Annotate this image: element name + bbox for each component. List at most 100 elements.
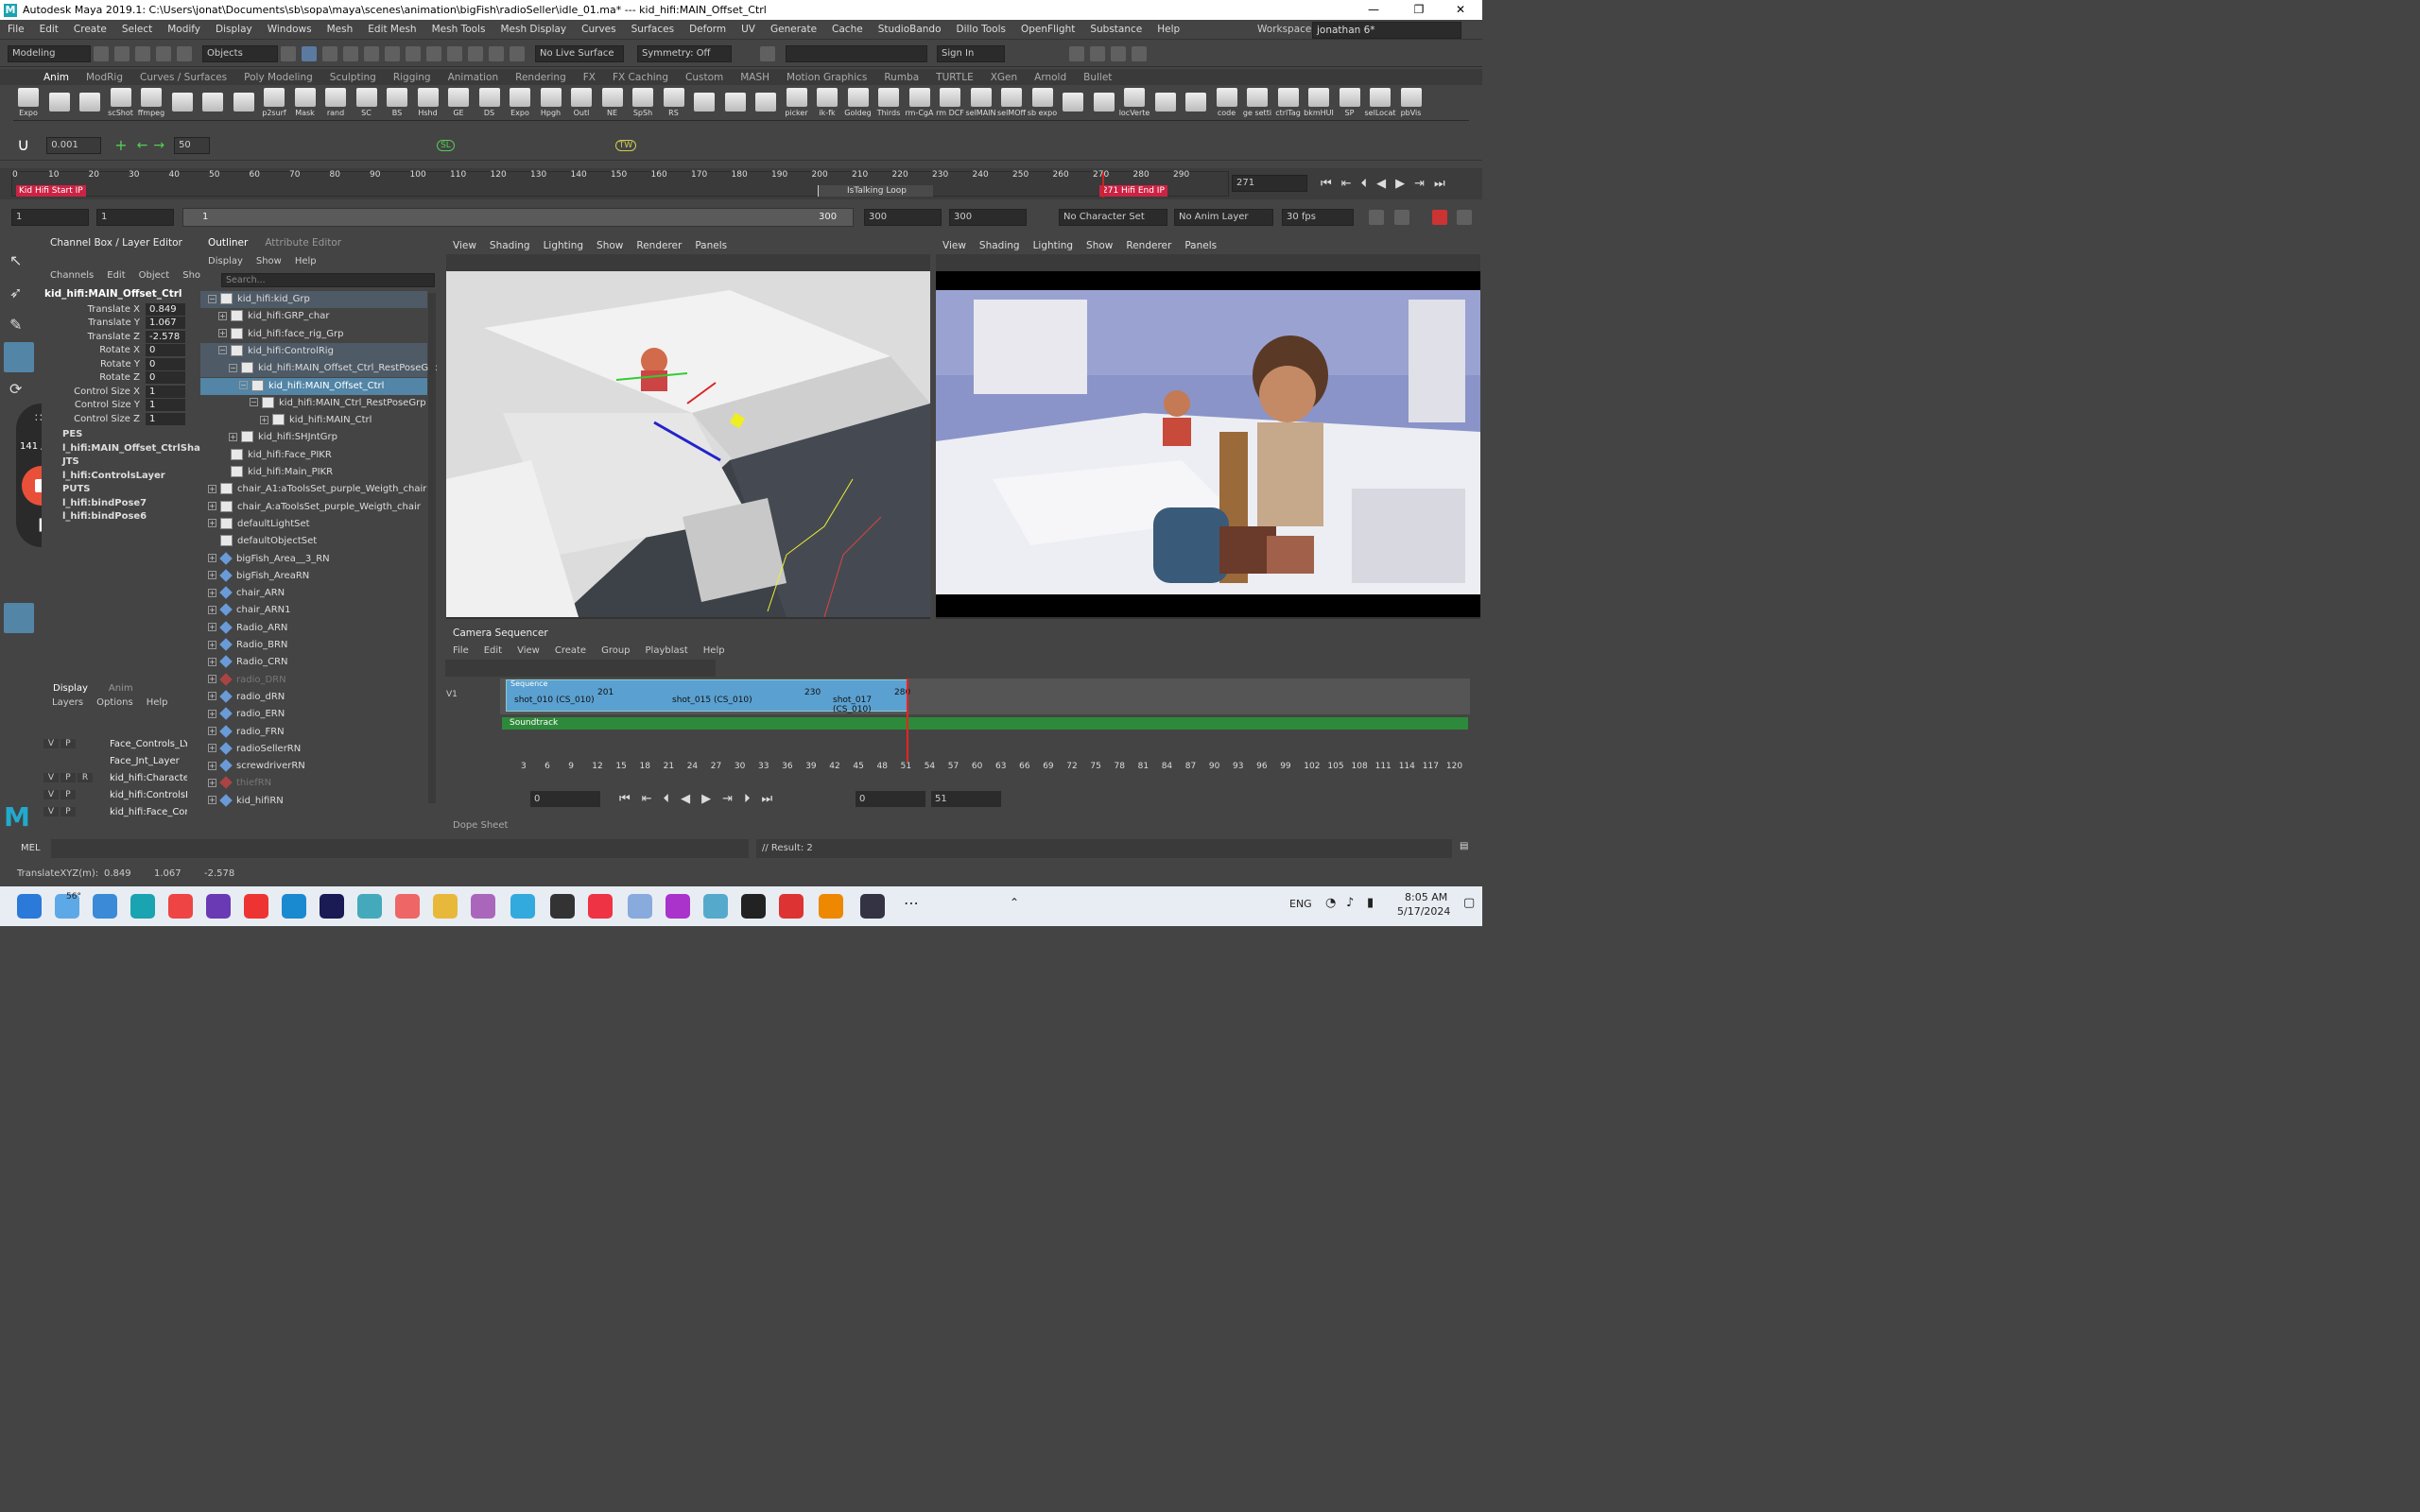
auto-key-icon[interactable] [1432,210,1447,225]
seq-play-forward-icon[interactable]: ▶ [701,792,711,806]
shelf-button-23[interactable] [720,92,751,113]
vivaldi-icon[interactable] [244,894,268,919]
seq-go-to-start-icon[interactable]: ⏮ [619,792,631,806]
vp-left-menu-renderer[interactable]: Renderer [636,237,682,254]
shelf-tab-turtle[interactable]: TURTLE [936,72,974,83]
channel-box-icon[interactable] [1132,45,1147,61]
shelf-button-26[interactable]: ik-fk [812,88,842,117]
menu-windows[interactable]: Windows [268,24,312,35]
live-surface-field[interactable]: No Live Surface [535,44,624,62]
marker-loop[interactable]: IsTalking Loop [818,185,933,197]
expand-toggle-icon[interactable]: + [208,796,216,805]
mel-label[interactable]: MEL [21,843,41,853]
expand-toggle-icon[interactable]: + [208,588,216,597]
layer-toggle-v[interactable]: V [43,807,59,816]
select-tool-icon[interactable]: ↖ [9,251,22,269]
shelf-button-6[interactable] [198,92,228,113]
clock-time[interactable]: 8:05 AM [1405,891,1447,903]
shelf-button-38[interactable] [1181,92,1211,113]
outliner-menu-display[interactable]: Display [208,256,243,266]
app-icon-11[interactable] [471,894,495,919]
current-time-indicator[interactable] [1102,172,1104,198]
undo-icon[interactable] [156,45,171,61]
shelf-button-11[interactable]: SC [352,88,382,117]
expand-toggle-icon[interactable]: + [218,329,227,338]
outliner-item[interactable]: + screwdriverRN [200,758,427,775]
shelf-tab-motion-graphics[interactable]: Motion Graphics [786,72,867,83]
chrome-icon[interactable] [168,894,193,919]
seq-menu-file[interactable]: File [453,645,469,656]
expand-toggle-icon[interactable]: + [208,502,216,511]
soundtrack-track[interactable]: Soundtrack [502,717,1468,730]
shelf-tab-fx[interactable]: FX [583,72,596,83]
channel-section-label[interactable]: l_hifi:MAIN_Offset_CtrlShap [62,442,207,456]
snap-view-icon[interactable] [406,45,421,61]
sidebar-toggle-icon[interactable] [760,45,775,61]
notifications-icon[interactable]: ▢ [1463,896,1475,910]
shelf-button-42[interactable]: bkmHUI [1304,88,1334,117]
vp-right-menu-shading[interactable]: Shading [979,237,1020,254]
layout-single-icon[interactable] [4,603,34,633]
outliner-item[interactable]: + thiefRN [200,775,427,792]
expand-toggle-icon[interactable]: − [250,398,258,407]
attribute-editor-icon[interactable] [1090,45,1105,61]
shelf-button-44[interactable]: selLocat [1365,88,1395,117]
outliner-item[interactable]: + radio_FRN [200,724,427,741]
shelf-button-21[interactable]: RS [659,88,689,117]
maya-taskbar-icon[interactable] [130,894,155,919]
shelf-button-27[interactable]: Goldeg [843,88,873,117]
layer-name[interactable]: kid_hifi:Face_Contr [110,807,187,817]
shelf-tab-bullet[interactable]: Bullet [1083,72,1112,83]
nudge-right-icon[interactable]: → [153,138,164,153]
move-tool-icon[interactable] [4,342,34,372]
channel-row[interactable]: Rotate Y 0 [42,357,185,371]
playback-end-field[interactable]: 300 [864,209,942,226]
shelf-tab-sculpting[interactable]: Sculpting [330,72,376,83]
expand-toggle-icon[interactable]: + [208,709,216,718]
vp-right-menu-panels[interactable]: Panels [1184,237,1217,254]
outliner-item[interactable]: + chair_A1:aToolsSet_purple_Weigth_chair [200,481,427,498]
expand-toggle-icon[interactable]: − [229,363,237,372]
expand-toggle-icon[interactable]: + [208,761,216,770]
tab-outliner[interactable]: Outliner [208,237,248,249]
layer-name[interactable]: kid_hifi:Character_ [110,773,187,783]
photos-icon[interactable] [703,894,728,919]
render-icon[interactable] [447,45,462,61]
vp-left-menu-show[interactable]: Show [596,237,623,254]
snap-curve-icon[interactable] [364,45,379,61]
outliner-item[interactable]: defaultObjectSet [200,533,427,550]
sequence-clip[interactable]: Sequence shot_010 (CS_010) 201 shot_015 … [506,679,910,714]
shelf-button-15[interactable]: DS [475,88,505,117]
shelf-button-1[interactable] [44,92,75,113]
outliner-item[interactable]: − kid_hifi:kid_Grp [200,291,427,308]
outliner-item[interactable]: + chair_A:aToolsSet_purple_Weigth_chair [200,499,427,516]
channel-menu-channels[interactable]: Channels [50,270,94,281]
onenote-icon[interactable] [510,894,535,919]
menu-cache[interactable]: Cache [832,24,863,35]
shelf-button-29[interactable]: rm-CgA [905,88,935,117]
sound-icon[interactable] [1394,210,1409,225]
maximize-button[interactable]: ❐ [1397,0,1441,20]
seq-menu-edit[interactable]: Edit [484,645,502,656]
expand-toggle-icon[interactable]: + [208,554,216,562]
shelf-tab-fx-caching[interactable]: FX Caching [613,72,668,83]
shelf-button-43[interactable]: SP [1335,88,1365,117]
channel-menu-object[interactable]: Object [139,270,170,281]
outliner-scrollbar[interactable] [428,293,436,803]
channel-row[interactable]: Rotate Z 0 [42,371,185,386]
shelf-button-39[interactable]: code [1212,88,1242,117]
menu-dillo-tools[interactable]: Dillo Tools [957,24,1006,35]
shelf-tab-animation[interactable]: Animation [448,72,499,83]
search-app-icon[interactable] [819,894,843,919]
outliner-item[interactable]: + kid_hifi:face_rig_Grp [200,326,427,343]
plus-icon[interactable]: + [114,136,127,154]
shelf-button-24[interactable] [751,92,781,113]
outliner-item[interactable]: + Radio_CRN [200,654,427,671]
shelf-button-35[interactable] [1089,92,1119,113]
expand-toggle-icon[interactable]: + [208,744,216,753]
redo-icon[interactable] [177,45,192,61]
vp-right-menu-show[interactable]: Show [1086,237,1113,254]
vp-left-menu-lighting[interactable]: Lighting [544,237,583,254]
magnet-icon[interactable]: ∪ [17,135,29,155]
modeling-toolkit-icon[interactable] [1069,45,1084,61]
